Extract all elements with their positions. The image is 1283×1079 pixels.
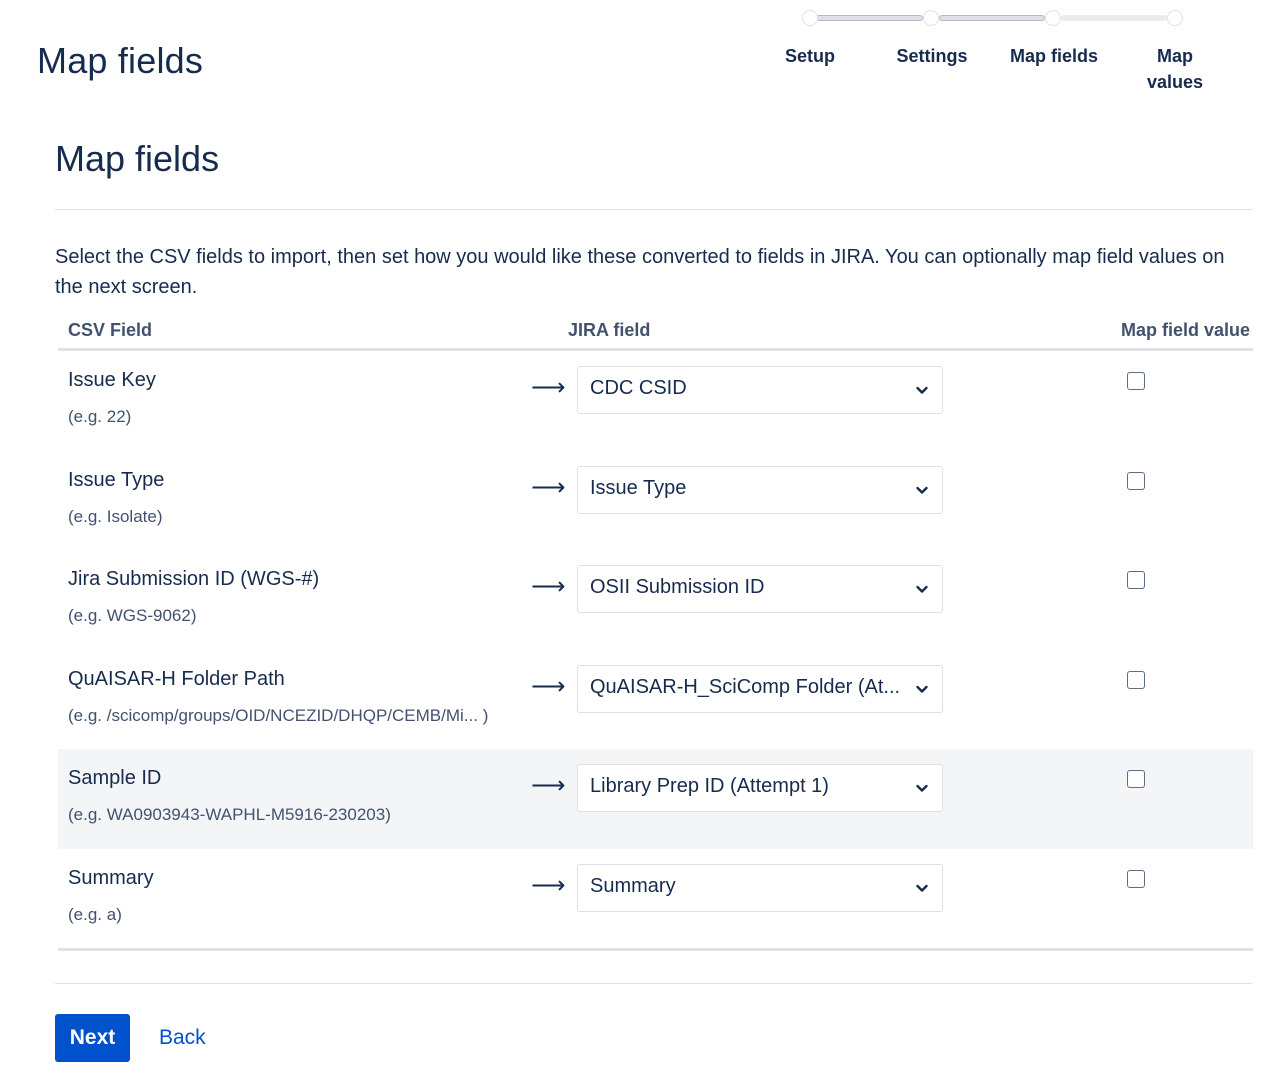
column-header-jira-field: JIRA field (568, 320, 650, 341)
jira-field-selected-value: Issue Type (590, 477, 686, 499)
chevron-down-icon (915, 582, 929, 596)
bottom-divider (55, 983, 1252, 984)
back-link[interactable]: Back (159, 1026, 206, 1050)
next-button[interactable]: Next (55, 1014, 130, 1062)
arrow-icon: ⟶ (531, 572, 565, 601)
csv-field-name: Sample ID (68, 767, 161, 790)
jira-field-select[interactable]: Issue Type (577, 466, 943, 514)
csv-field-name: Summary (68, 867, 154, 890)
arrow-icon: ⟶ (531, 373, 565, 402)
arrow-icon: ⟶ (531, 473, 565, 502)
column-header-csv-field: CSV Field (68, 320, 152, 341)
tracker-dot-map-values (1167, 10, 1183, 26)
csv-field-example: (e.g. WA0903943-WAPHL-M5916-230203) (68, 805, 391, 825)
section-title: Map fields (55, 138, 219, 180)
section-description: Select the CSV fields to import, then se… (55, 242, 1255, 302)
jira-field-select[interactable]: CDC CSID (577, 366, 943, 414)
csv-field-name: Issue Type (68, 469, 164, 492)
tracker-step-map-fields: Map fields (999, 43, 1109, 69)
table-row: QuAISAR-H Folder Path (e.g. /scicomp/gro… (58, 650, 1253, 750)
tracker-line-settings-mapfields (939, 15, 1045, 21)
tracker-step-setup: Setup (755, 43, 865, 69)
jira-field-select[interactable]: Summary (577, 864, 943, 912)
top-divider (55, 209, 1252, 210)
arrow-icon: ⟶ (531, 672, 565, 701)
arrow-icon: ⟶ (531, 871, 565, 900)
map-field-value-checkbox[interactable] (1127, 372, 1145, 390)
table-bottom-border (58, 948, 1253, 951)
tracker-step-map-values: Map values (1137, 43, 1213, 95)
tracker-dot-map-fields (1045, 10, 1061, 26)
table-row: Issue Key (e.g. 22) ⟶ CDC CSID (58, 351, 1253, 451)
map-field-value-checkbox[interactable] (1127, 671, 1145, 689)
csv-field-name: Issue Key (68, 369, 156, 392)
tracker-line-mapfields-mapvalues (1061, 15, 1167, 21)
map-field-value-checkbox[interactable] (1127, 870, 1145, 888)
chevron-down-icon (915, 881, 929, 895)
jira-field-selected-value: Summary (590, 875, 676, 897)
csv-field-example: (e.g. WGS-9062) (68, 606, 197, 626)
table-row: Jira Submission ID (WGS-#) (e.g. WGS-906… (58, 550, 1253, 650)
csv-field-example: (e.g. /scicomp/groups/OID/NCEZID/DHQP/CE… (68, 706, 488, 726)
chevron-down-icon (915, 781, 929, 795)
csv-field-name: QuAISAR-H Folder Path (68, 668, 285, 691)
jira-field-selected-value: Library Prep ID (Attempt 1) (590, 775, 829, 797)
table-row: Summary (e.g. a) ⟶ Summary (58, 849, 1253, 949)
progress-tracker: Setup Settings Map fields Map values (770, 8, 1240, 98)
chevron-down-icon (915, 483, 929, 497)
jira-field-selected-value: OSII Submission ID (590, 576, 765, 598)
tracker-line-setup-settings (816, 15, 923, 21)
arrow-icon: ⟶ (531, 771, 565, 800)
jira-field-selected-value: QuAISAR-H_SciComp Folder (At... (590, 676, 900, 698)
field-mapping-table: CSV Field JIRA field Map field value Iss… (58, 312, 1253, 951)
csv-field-example: (e.g. Isolate) (68, 507, 163, 527)
chevron-down-icon (915, 682, 929, 696)
jira-field-select[interactable]: Library Prep ID (Attempt 1) (577, 764, 943, 812)
tracker-dot-setup (802, 10, 818, 26)
tracker-step-settings: Settings (877, 43, 987, 69)
table-row: Sample ID (e.g. WA0903943-WAPHL-M5916-23… (58, 749, 1253, 849)
tracker-dot-settings (923, 10, 939, 26)
csv-field-example: (e.g. 22) (68, 407, 131, 427)
column-header-map-field-value: Map field value (1121, 320, 1250, 341)
csv-field-name: Jira Submission ID (WGS-#) (68, 568, 319, 591)
table-row: Issue Type (e.g. Isolate) ⟶ Issue Type (58, 451, 1253, 551)
map-field-value-checkbox[interactable] (1127, 472, 1145, 490)
table-header: CSV Field JIRA field Map field value (58, 312, 1253, 351)
csv-field-example: (e.g. a) (68, 905, 122, 925)
map-field-value-checkbox[interactable] (1127, 571, 1145, 589)
jira-field-select[interactable]: QuAISAR-H_SciComp Folder (At... (577, 665, 943, 713)
page-title: Map fields (37, 40, 203, 82)
jira-field-selected-value: CDC CSID (590, 377, 687, 399)
map-field-value-checkbox[interactable] (1127, 770, 1145, 788)
chevron-down-icon (915, 383, 929, 397)
jira-field-select[interactable]: OSII Submission ID (577, 565, 943, 613)
